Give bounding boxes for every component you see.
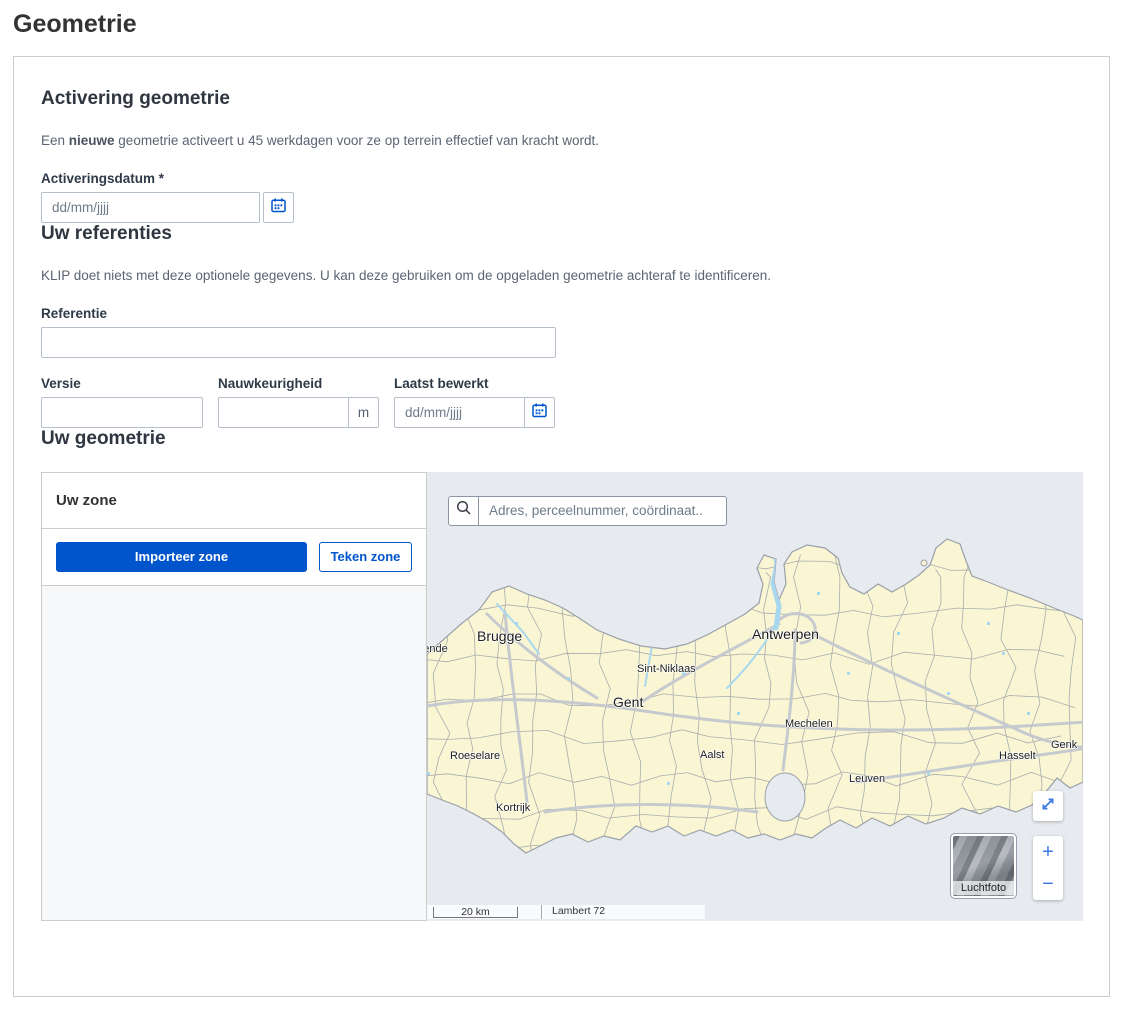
scale-divider: [541, 905, 542, 919]
import-zone-button[interactable]: Importeer zone: [56, 542, 307, 572]
zone-actions: Importeer zone Teken zone: [42, 529, 426, 586]
activation-date-input[interactable]: [41, 192, 260, 223]
laatst-bewerkt-label: Laatst bewerkt: [394, 376, 557, 391]
projection-label: Lambert 72: [552, 905, 605, 918]
laatst-bewerkt-input[interactable]: [394, 397, 525, 428]
versie-input[interactable]: [41, 397, 203, 428]
versie-label: Versie: [41, 376, 218, 391]
activation-intro-bold: nieuwe: [69, 133, 115, 148]
nauwkeurigheid-field: Nauwkeurigheid m: [218, 358, 394, 428]
activation-date-calendar-button[interactable]: [263, 192, 294, 223]
nauwkeurigheid-label: Nauwkeurigheid: [218, 376, 394, 391]
fullscreen-button[interactable]: [1033, 791, 1063, 821]
zone-panel-title: Uw zone: [42, 473, 426, 529]
expand-icon: [1039, 795, 1057, 816]
zoom-in-button[interactable]: +: [1033, 836, 1063, 868]
zoom-out-button[interactable]: −: [1033, 868, 1063, 900]
map-canvas[interactable]: OostendeBruggeAntwerpenSint-NiklaasGentM…: [427, 472, 1083, 921]
draw-zone-button[interactable]: Teken zone: [319, 542, 412, 572]
map-search: [448, 496, 727, 526]
nauwkeurigheid-unit: m: [348, 397, 379, 428]
aerial-layer-label: Luchtfoto: [953, 881, 1014, 895]
activation-date-group: [41, 192, 1082, 223]
activation-date-label: Activeringsdatum *: [41, 171, 1082, 186]
map-search-input[interactable]: [479, 497, 726, 525]
nauwkeurigheid-input[interactable]: [218, 397, 349, 428]
map-scale-strip: 20 km Lambert 72: [427, 905, 705, 919]
activation-heading: Activering geometrie: [41, 57, 1082, 110]
page-title: Geometrie: [13, 10, 1123, 39]
referentie-label: Referentie: [41, 306, 1082, 321]
calendar-icon: [270, 197, 287, 217]
zone-panel: Uw zone Importeer zone Teken zone: [41, 472, 427, 921]
scale-bar: 20 km: [433, 907, 518, 918]
geometry-heading: Uw geometrie: [41, 428, 1082, 450]
activation-intro-suffix: geometrie activeert u 45 werkdagen voor …: [115, 133, 600, 148]
calendar-icon: [531, 402, 548, 422]
zone-empty-list: [42, 586, 426, 920]
activation-intro-prefix: Een: [41, 133, 69, 148]
laatst-bewerkt-calendar-button[interactable]: [524, 397, 555, 428]
laatst-bewerkt-field: Laatst bewerkt: [394, 358, 557, 428]
referentie-input[interactable]: [41, 327, 556, 358]
activation-intro: Een nieuwe geometrie activeert u 45 werk…: [41, 133, 1082, 150]
versie-field: Versie: [41, 358, 218, 428]
search-icon-button[interactable]: [449, 497, 479, 525]
references-intro: KLIP doet niets met deze optionele gegev…: [41, 268, 1082, 285]
references-heading: Uw referenties: [41, 223, 1082, 245]
search-icon: [455, 499, 473, 522]
geometry-card: Activering geometrie Een nieuwe geometri…: [13, 56, 1110, 997]
zone-wrap: Uw zone Importeer zone Teken zone: [41, 472, 1082, 921]
references-row: Versie Nauwkeurigheid m Laatst bewerkt: [41, 358, 1082, 428]
zoom-control: + −: [1033, 836, 1063, 900]
aerial-layer-toggle[interactable]: Luchtfoto: [951, 834, 1016, 898]
